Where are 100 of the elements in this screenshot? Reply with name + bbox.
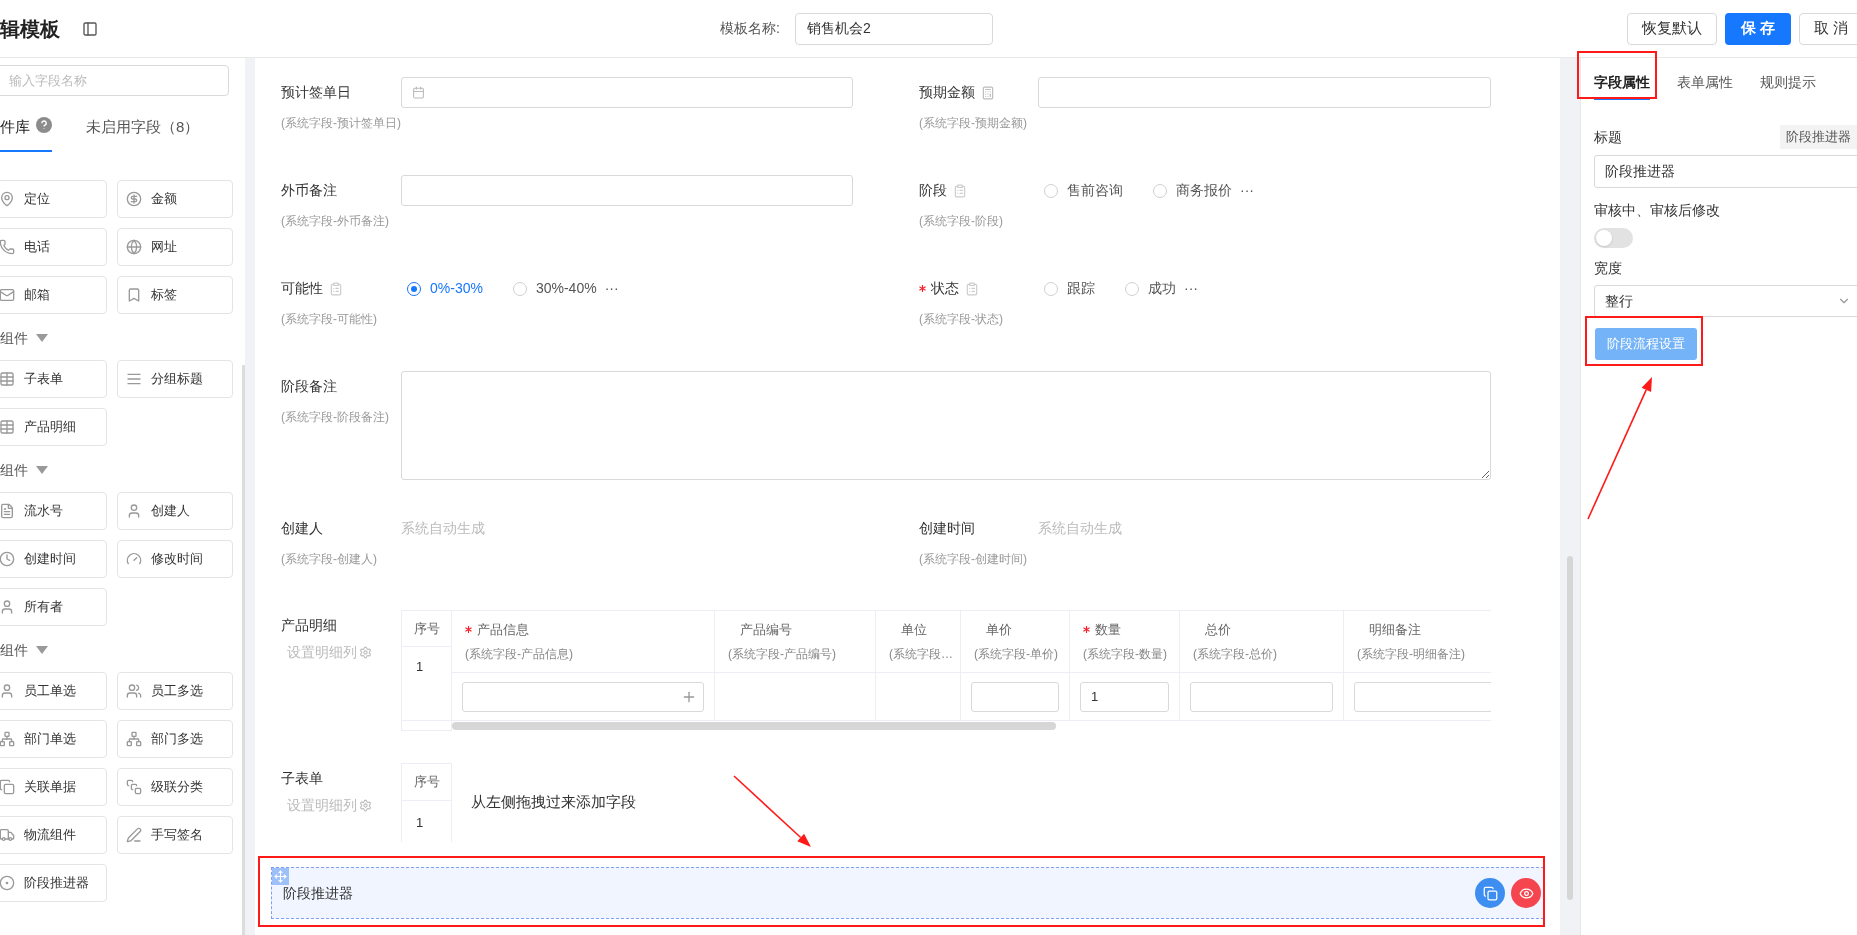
input-field[interactable] (401, 175, 853, 206)
field-hint: (系统字段-创建时间) (919, 551, 1028, 568)
radio-label[interactable]: 跟踪 (1067, 278, 1095, 299)
component-item[interactable]: 金额 (117, 180, 233, 218)
field-hint: (系统字段-预期金额) (919, 115, 1028, 132)
copy-button[interactable] (1475, 878, 1505, 908)
input-field[interactable] (1038, 77, 1491, 108)
radio-label[interactable]: 成功 (1148, 278, 1176, 299)
table-cell: 1 (402, 647, 451, 721)
column-header: 产品信息 (477, 620, 529, 639)
library-tab[interactable]: 件库 (0, 116, 52, 152)
group-heading: 组件 (0, 460, 28, 480)
title-field[interactable]: 阶段推进器 (1594, 155, 1857, 188)
column-hint: (系统字段-产品编号) (728, 645, 837, 663)
user-icon (126, 503, 142, 519)
component-item[interactable]: 创建时间 (0, 540, 107, 578)
layout-icon[interactable] (82, 20, 98, 37)
required-icon (919, 285, 926, 292)
component-item[interactable]: 所有者 (0, 588, 107, 626)
component-item[interactable]: 创建人 (117, 492, 233, 530)
component-item[interactable]: 子表单 (0, 360, 107, 398)
field-label: 产品明细 (281, 616, 338, 635)
help-icon[interactable] (36, 117, 52, 133)
library-tab[interactable]: 未启用字段（8） (86, 116, 200, 152)
settings-icon[interactable] (359, 646, 372, 659)
component-item[interactable]: 物流组件 (0, 816, 107, 854)
column-header: 单位 (901, 620, 927, 639)
phone-icon (0, 239, 15, 255)
column-hint: (系统字段-产品信息) (465, 645, 574, 663)
caret-icon[interactable] (36, 646, 48, 654)
template-name-field[interactable]: 销售机会2 (794, 12, 993, 45)
component-item[interactable]: 阶段推进器 (0, 864, 107, 902)
component-item[interactable]: 员工单选 (0, 672, 107, 710)
column-header: 数量 (1095, 620, 1121, 639)
column-header: 序号 (402, 611, 451, 647)
caret-icon[interactable] (36, 334, 48, 342)
hide-button[interactable] (1511, 878, 1541, 908)
radio-label[interactable]: 售前咨询 (1067, 180, 1123, 201)
field-hint: (系统字段-可能性) (281, 311, 378, 328)
header-button[interactable]: 取 消 (1798, 12, 1857, 45)
settings-icon[interactable] (359, 799, 372, 812)
field-label: 预期金额 (919, 83, 975, 102)
bookmark-icon (126, 287, 142, 303)
header-button[interactable]: 保 存 (1724, 12, 1791, 45)
property-tab[interactable]: 字段属性 (1594, 66, 1650, 100)
textarea-field[interactable] (401, 371, 1491, 480)
title-tag: 阶段推进器 (1780, 125, 1857, 149)
radio-label[interactable]: 30%-40% (535, 278, 597, 299)
field-value: 系统自动生成 (1038, 519, 1122, 538)
property-tab[interactable]: 规则提示 (1760, 66, 1816, 100)
column-hint: (系统字段-明细备注) (1357, 645, 1466, 663)
component-item[interactable]: 手写签名 (117, 816, 233, 854)
date-field[interactable] (401, 77, 853, 108)
field-hint: (系统字段-外币备注) (281, 213, 390, 230)
component-item[interactable]: 邮箱 (0, 276, 107, 314)
more-options[interactable]: ··· (1184, 278, 1198, 299)
cell-input[interactable] (971, 681, 1059, 712)
field-label: 预计签单日 (281, 83, 351, 102)
header-button[interactable]: 恢复默认 (1626, 12, 1717, 45)
product-picker[interactable] (462, 681, 704, 712)
property-label: 审核中、审核后修改 (1594, 201, 1721, 220)
field-label: 创建时间 (919, 519, 975, 538)
more-options[interactable]: ··· (604, 278, 619, 299)
drag-handle[interactable] (272, 868, 289, 885)
component-item[interactable]: 标签 (117, 276, 233, 314)
component-item[interactable]: 电话 (0, 228, 107, 266)
width-select[interactable]: 整行 (1594, 285, 1857, 317)
component-item[interactable]: 员工多选 (117, 672, 233, 710)
toggle-switch[interactable] (1594, 228, 1633, 248)
field-block[interactable]: 阶段推进器 (271, 867, 1544, 919)
field-label: 外币备注 (281, 181, 337, 200)
component-item[interactable]: 部门单选 (0, 720, 107, 758)
radio-icon (0, 875, 15, 891)
calculator-icon (981, 85, 995, 100)
property-tab[interactable]: 表单属性 (1677, 66, 1733, 100)
radio-label[interactable]: 0%-30% (430, 278, 483, 299)
cell-input[interactable] (1190, 681, 1333, 712)
table-icon (0, 371, 15, 387)
component-item[interactable]: 网址 (117, 228, 233, 266)
mail-icon (0, 287, 15, 303)
gauge-icon (126, 551, 142, 567)
component-item[interactable]: 修改时间 (117, 540, 233, 578)
cell-input[interactable] (1354, 681, 1491, 712)
scrollbar[interactable] (452, 722, 1056, 730)
component-item[interactable]: 级联分类 (117, 768, 233, 806)
radio-label[interactable]: 商务报价 (1176, 180, 1232, 201)
component-item[interactable]: 产品明细 (0, 408, 107, 446)
search-field[interactable]: 输入字段名称 (0, 65, 229, 96)
component-item[interactable]: 定位 (0, 180, 107, 218)
cell-input[interactable]: 1 (1080, 681, 1169, 712)
component-item[interactable]: 流水号 (0, 492, 107, 530)
more-options[interactable]: ··· (1240, 180, 1254, 201)
field-label: 子表单 (281, 769, 324, 788)
component-item[interactable]: 分组标题 (117, 360, 233, 398)
truck-icon (0, 827, 15, 843)
field-label: 阶段推进器 (283, 883, 353, 903)
scrollbar[interactable] (1567, 556, 1573, 900)
component-item[interactable]: 部门多选 (117, 720, 233, 758)
component-item[interactable]: 关联单据 (0, 768, 107, 806)
caret-icon[interactable] (36, 466, 48, 474)
